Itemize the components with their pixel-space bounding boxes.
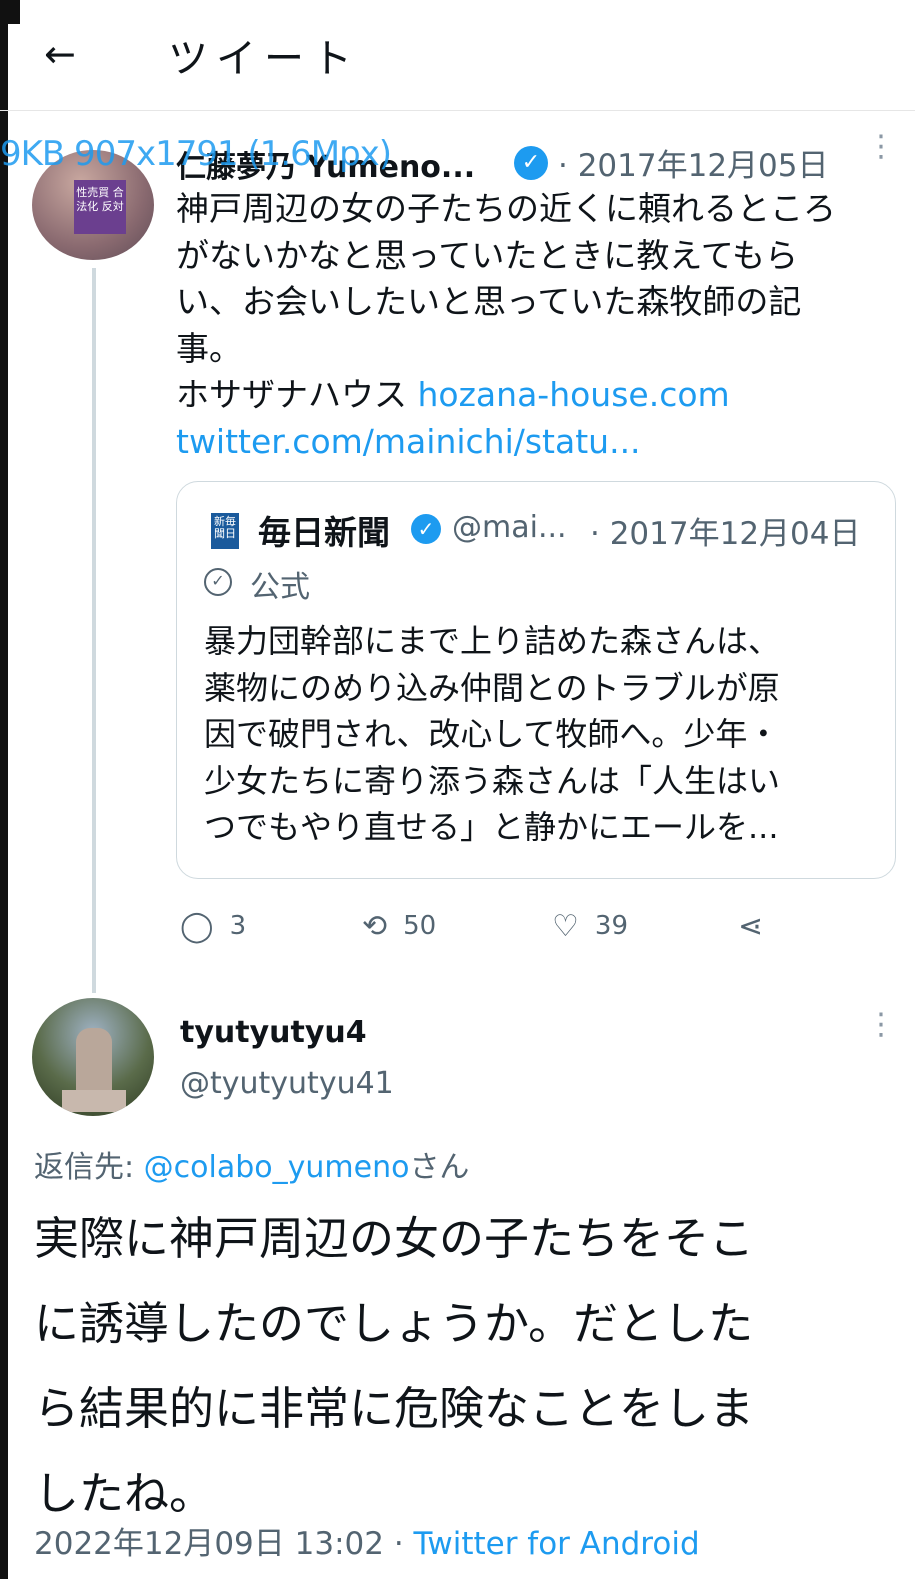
reply-text-line: 実際に神戸周辺の女の子たちをそこ	[34, 1212, 755, 1265]
more-options-icon[interactable]: ⋮	[866, 132, 896, 162]
tweet-date[interactable]: · 2017年12月05日	[558, 140, 829, 185]
reply-text: 実際に神戸周辺の女の子たちをそこ に誘導したのでしょうか。だとした ら結果的に非…	[34, 1196, 894, 1536]
replying-to-mention[interactable]: @colabo_yumeno	[144, 1150, 410, 1185]
official-badge-icon: ✓	[204, 568, 232, 596]
reply-author-avatar[interactable]	[32, 998, 154, 1116]
top-bar: ← ツイート	[0, 0, 915, 111]
avatar-sign-text: 性売買 合法化 反対	[74, 180, 126, 234]
left-edge-strip	[0, 0, 8, 1579]
reply-author-name[interactable]: tyutyutyu4	[180, 1015, 367, 1050]
tweet-text-line: ホサザナハウス hozana-house.com	[176, 372, 896, 419]
image-meta-overlay: 9KB 907x1791 (1.6Mpx)	[0, 134, 392, 174]
replying-to: 返信先: @colabo_yumenoさん	[34, 1142, 469, 1186]
page-title: ツイート	[168, 36, 360, 82]
quoted-tweet-text: 暴力団幹部にまで上り詰めた森さんは、 薬物にのめり込み仲間とのトラブルが原 因で…	[204, 618, 864, 851]
back-arrow-icon[interactable]: ←	[44, 30, 92, 78]
mainichi-logo-icon: 新毎 聞日	[211, 513, 239, 549]
tweet-text-line: い、お会いしたいと思っていた森牧師の記	[176, 282, 802, 321]
reply-text-line: に誘導したのでしょうか。だとした	[34, 1297, 754, 1350]
reply-button[interactable]: ◯ 3	[180, 906, 246, 946]
thread-connector-line	[92, 268, 96, 993]
mainichi-status-link[interactable]: twitter.com/mainichi/statu...	[176, 419, 896, 466]
avatar-statue	[76, 1028, 112, 1094]
replying-to-suffix: さん	[409, 1150, 470, 1185]
verified-badge-icon: ✓	[514, 146, 548, 180]
tweet-text-prefix: ホサザナハウス	[176, 375, 407, 414]
like-count: 39	[594, 911, 628, 941]
reply-count: 3	[229, 911, 247, 941]
replying-to-label: 返信先:	[34, 1150, 144, 1185]
retweet-count: 50	[403, 911, 437, 941]
timestamp-text: 2022年12月09日 13:02 ·	[34, 1526, 414, 1562]
share-button[interactable]: ⋖	[738, 906, 779, 946]
quoted-tweet-date: · 2017年12月04日	[590, 516, 861, 552]
comment-icon: ◯	[180, 908, 214, 944]
quoted-text-line: 因で破門され、改心して牧師へ。少年・	[204, 715, 780, 753]
retweet-button[interactable]: ⟲ 50	[362, 906, 436, 946]
quoted-verified-badge-icon: ✓	[411, 514, 441, 544]
official-label: 公式	[250, 570, 310, 605]
like-button[interactable]: ♡ 39	[552, 906, 628, 946]
client-source-link[interactable]: Twitter for Android	[414, 1526, 700, 1562]
quoted-author-name: 毎日新聞	[258, 513, 390, 552]
quoted-text-line: 暴力団幹部にまで上り詰めた森さんは、	[204, 622, 781, 660]
tweet-text-line: がないかなと思っていたときに教えてもら	[176, 235, 799, 275]
reply-text-line: ら結果的に非常に危険なことをしま	[34, 1382, 755, 1435]
tweet-text: 神戸周辺の女の子たちの近くに頼れるところ がないかなと思っていたときに教えてもら…	[176, 186, 896, 465]
quoted-text-line: つでもやり直せる」と静かにエールを...	[204, 808, 779, 846]
avatar-statue-base	[62, 1090, 126, 1112]
reply-author-handle[interactable]: @tyutyutyu41	[180, 1066, 394, 1101]
reply-more-options-icon[interactable]: ⋮	[866, 1010, 896, 1040]
tweet-text-line: 事。	[176, 328, 242, 368]
heart-icon: ♡	[552, 908, 579, 944]
share-icon: ⋖	[738, 908, 764, 944]
hozana-link[interactable]: hozana-house.com	[418, 375, 730, 414]
retweet-icon: ⟲	[362, 908, 388, 944]
reply-timestamp: 2022年12月09日 13:02 · Twitter for Android	[34, 1518, 700, 1563]
quoted-text-line: 薬物にのめり込み仲間とのトラブルが原	[204, 668, 780, 707]
quoted-author-handle: @mai...	[452, 510, 567, 545]
quoted-text-line: 少女たちに寄り添う森さんは「人生はい	[204, 761, 781, 800]
tweet-text-line: 神戸周辺の女の子たちの近くに頼れるところ	[176, 189, 836, 228]
